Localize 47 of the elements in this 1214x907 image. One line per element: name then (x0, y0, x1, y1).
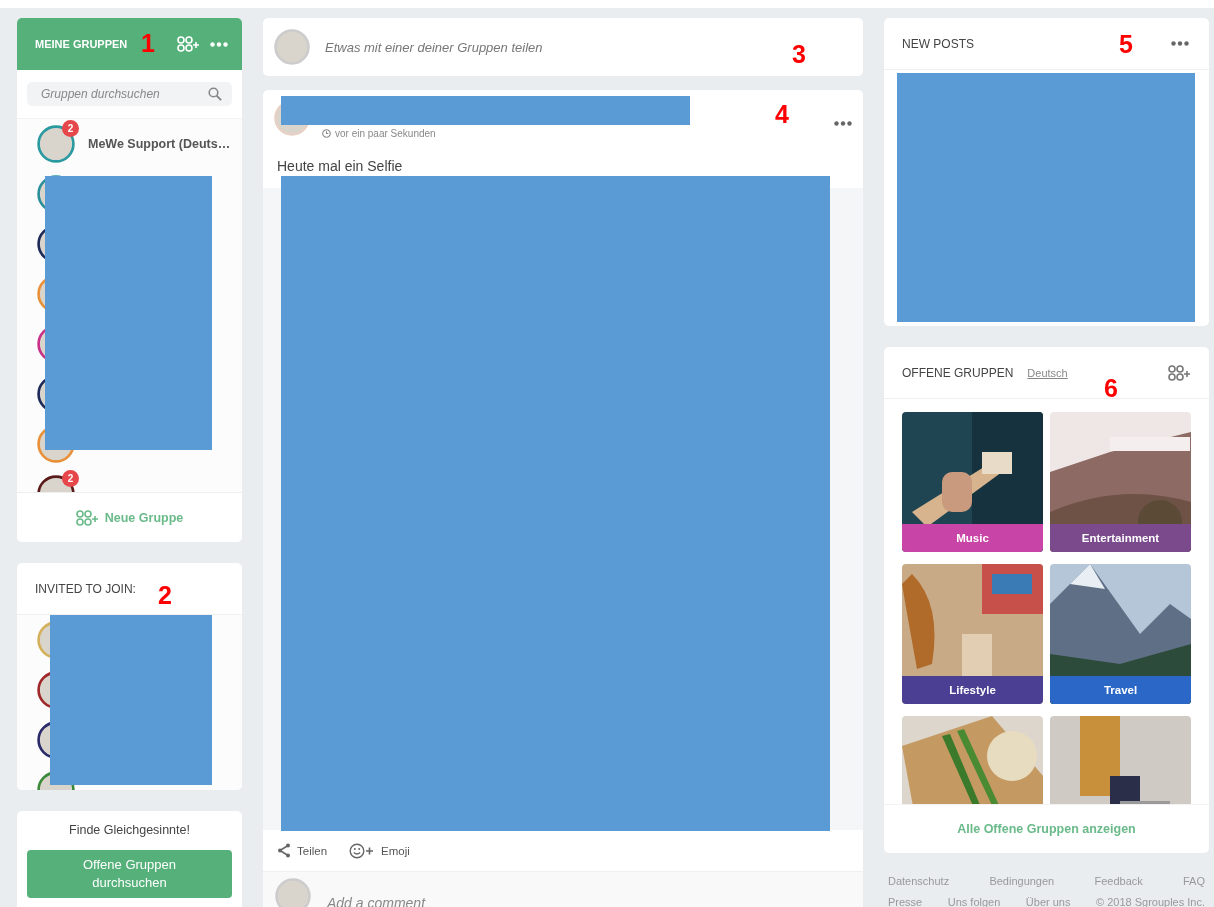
panel-title: NEW POSTS (902, 36, 974, 51)
notification-badge: 2 (62, 120, 79, 137)
post-time: vor ein paar Sekunden (335, 128, 436, 139)
more-icon[interactable] (210, 41, 228, 47)
emoji-button[interactable]: Emoji (349, 842, 410, 859)
avatar (37, 125, 75, 163)
add-group-icon[interactable] (1168, 364, 1191, 381)
avatar (274, 29, 310, 65)
language-link[interactable]: Deutsch (1027, 366, 1158, 379)
more-icon[interactable] (834, 121, 852, 126)
footer-link[interactable]: Feedback (1094, 871, 1143, 892)
new-group-link[interactable]: Neue Gruppe (75, 509, 184, 526)
post-text: Heute mal ein Selfie (276, 157, 404, 176)
add-group-icon[interactable] (177, 36, 200, 52)
category-label[interactable]: Travel (1050, 676, 1191, 704)
footer-link[interactable]: Über uns (1025, 892, 1071, 907)
group-name[interactable]: MeWe Support (Deuts… (88, 137, 231, 151)
share-button[interactable]: Teilen (277, 843, 328, 858)
share-icon (277, 843, 291, 858)
annotation-number: 2 (158, 583, 172, 608)
category-label[interactable]: Lifestyle (902, 676, 1043, 704)
footer-link[interactable]: Bedingungen (989, 871, 1055, 892)
footer-link[interactable]: Presse (888, 892, 923, 907)
category-label[interactable]: Music (902, 524, 1043, 552)
clock-icon (322, 129, 331, 138)
avatar (275, 878, 311, 907)
footer-link[interactable]: Datenschutz (888, 871, 950, 892)
prompt-text: Finde Gleichgesinnte! (68, 823, 191, 837)
search-bar[interactable]: Gruppen durchsuchen (27, 82, 232, 106)
annotation-number: 4 (775, 102, 789, 127)
annotation-number: 6 (1104, 376, 1118, 401)
annotation-number: 5 (1119, 32, 1133, 57)
panel-title: OFFENE GRUPPEN (902, 365, 1014, 380)
show-all-link[interactable]: Alle Offene Gruppen anzeigen (957, 822, 1136, 836)
browse-groups-button[interactable]: Offene Gruppen durchsuchen (27, 850, 232, 898)
panel-title: INVITED TO JOIN: (35, 581, 136, 596)
search-field[interactable]: Gruppen durchsuchen (39, 86, 208, 102)
notification-badge: 2 (62, 470, 79, 487)
panel-title: MEINE GRUPPEN (35, 38, 128, 50)
annotation-number: 3 (792, 42, 806, 67)
emoji-add-icon (349, 842, 376, 859)
more-icon[interactable] (1171, 41, 1189, 46)
footer-link[interactable]: FAQ (1182, 871, 1205, 892)
group-add-icon[interactable] (75, 509, 99, 526)
search-icon[interactable] (208, 87, 222, 101)
annotation-number: 1 (141, 31, 155, 56)
category-label[interactable]: Entertainment (1050, 524, 1191, 552)
